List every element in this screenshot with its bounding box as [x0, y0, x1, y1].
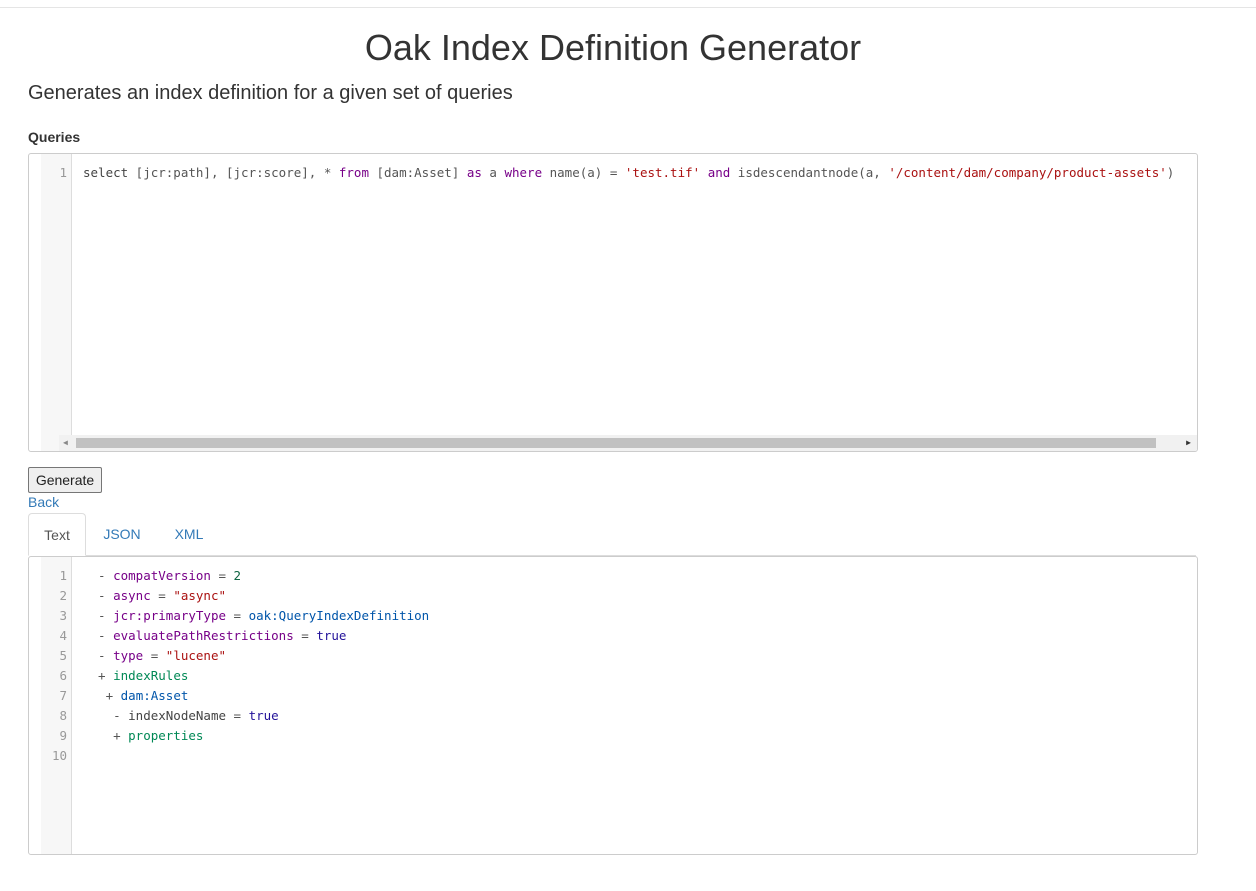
code-token: type	[113, 648, 144, 663]
code-text: + properties	[83, 726, 203, 746]
code-text: + indexRules	[83, 666, 188, 686]
code-token: true	[316, 628, 347, 643]
code-text: + dam:Asset	[83, 686, 189, 706]
code-token: "lucene"	[165, 648, 227, 663]
code-line[interactable]: 1 select [jcr:path], [jcr:score], * from …	[41, 163, 1197, 183]
code-token: oak:QueryIndexDefinition	[248, 608, 430, 623]
code-text: - evaluatePathRestrictions = true	[83, 626, 346, 646]
code-line[interactable]: 8 - indexNodeName = true	[41, 706, 1197, 726]
queries-editor[interactable]: 1 select [jcr:path], [jcr:score], * from …	[28, 153, 1198, 452]
code-token: =	[150, 588, 174, 603]
code-token: =	[226, 708, 249, 723]
code-token: =	[210, 568, 234, 583]
code-token: [dam:Asset]	[368, 165, 467, 180]
code-token: =	[293, 628, 317, 643]
code-token: =	[143, 648, 166, 663]
code-line[interactable]: 5 - type = "lucene"	[41, 646, 1197, 666]
output-tabs: Text JSON XML	[28, 513, 1196, 556]
page-title: Oak Index Definition Generator	[364, 27, 862, 68]
code-line[interactable]: 7 + dam:Asset	[41, 686, 1197, 706]
back-link[interactable]: Back	[28, 494, 59, 510]
code-token: +	[83, 688, 121, 703]
code-token: [jcr:path], [jcr:score], *	[128, 165, 339, 180]
line-number-gutter	[41, 154, 72, 451]
code-token: jcr:primaryType	[113, 608, 226, 623]
code-text: select [jcr:path], [jcr:score], * from […	[83, 163, 1174, 183]
code-token: select	[83, 165, 129, 180]
line-number: 10	[51, 748, 67, 763]
code-token: '/content/dam/company/product-assets'	[888, 165, 1167, 180]
code-text: - type = "lucene"	[83, 646, 226, 666]
code-token: where	[504, 165, 543, 180]
code-token: 'test.tif'	[624, 165, 701, 180]
code-token: +	[83, 728, 129, 743]
code-line[interactable]: 9 + properties	[41, 726, 1197, 746]
line-number: 5	[59, 648, 67, 663]
code-token: from	[338, 165, 369, 180]
tab-json[interactable]: JSON	[92, 513, 152, 555]
code-token: and	[707, 165, 731, 180]
line-number: 8	[59, 708, 67, 723]
scroll-right-icon[interactable]: ▶	[1186, 438, 1191, 447]
code-line[interactable]: 4 - evaluatePathRestrictions = true	[41, 626, 1197, 646]
tab-text[interactable]: Text	[28, 513, 86, 556]
code-line[interactable]: 3 - jcr:primaryType = oak:QueryIndexDefi…	[41, 606, 1197, 626]
line-number: 2	[59, 588, 67, 603]
code-token: -	[83, 708, 129, 723]
code-line[interactable]: 2 - async = "async"	[41, 586, 1197, 606]
queries-label: Queries	[28, 129, 81, 145]
code-token: true	[248, 708, 279, 723]
code-token: =	[226, 608, 249, 623]
code-token: name(a) =	[542, 165, 625, 180]
code-text: - jcr:primaryType = oak:QueryIndexDefini…	[83, 606, 429, 626]
code-token: +	[83, 668, 114, 683]
line-number: 9	[59, 728, 67, 743]
code-token: as	[466, 165, 482, 180]
line-number: 7	[59, 688, 67, 703]
line-number: 1	[59, 165, 67, 180]
code-token: -	[83, 588, 114, 603]
line-number: 4	[59, 628, 67, 643]
code-line[interactable]: 10	[41, 746, 1197, 766]
line-number: 3	[59, 608, 67, 623]
code-token: -	[83, 608, 114, 623]
code-token: "async"	[173, 588, 227, 603]
code-token: indexNodeName	[128, 708, 226, 723]
code-token: async	[113, 588, 151, 603]
scrollbar-thumb[interactable]	[76, 438, 1156, 448]
output-code-lines[interactable]: 1 - compatVersion = 22 - async = "async"…	[41, 566, 1197, 766]
code-token: evaluatePathRestrictions	[113, 628, 294, 643]
output-editor[interactable]: 1 - compatVersion = 22 - async = "async"…	[28, 556, 1198, 855]
code-text: - async = "async"	[83, 586, 226, 606]
code-token: compatVersion	[113, 568, 211, 583]
code-text: - indexNodeName = true	[83, 706, 279, 726]
code-token: -	[83, 648, 114, 663]
line-number: 1	[59, 568, 67, 583]
code-token: dam:Asset	[120, 688, 189, 703]
code-token: indexRules	[113, 668, 189, 683]
top-divider	[0, 7, 1256, 8]
scroll-left-icon[interactable]: ◀	[63, 438, 68, 447]
code-token: )	[1166, 165, 1175, 180]
code-token: 2	[233, 568, 242, 583]
code-text: - compatVersion = 2	[83, 566, 241, 586]
generate-button[interactable]: Generate	[28, 467, 102, 493]
code-line[interactable]: 6 + indexRules	[41, 666, 1197, 686]
code-token: isdescendantnode(a,	[730, 165, 889, 180]
line-number: 6	[59, 668, 67, 683]
horizontal-scrollbar[interactable]: ◀ ▶	[59, 435, 1197, 451]
code-line[interactable]: 1 - compatVersion = 2	[41, 566, 1197, 586]
queries-code-lines[interactable]: 1 select [jcr:path], [jcr:score], * from …	[41, 163, 1197, 183]
page-subtitle: Generates an index definition for a give…	[28, 82, 513, 104]
code-token: -	[83, 568, 114, 583]
code-token: properties	[128, 728, 204, 743]
tab-xml[interactable]: XML	[158, 513, 220, 555]
code-token: a	[481, 165, 505, 180]
code-token: -	[83, 628, 114, 643]
